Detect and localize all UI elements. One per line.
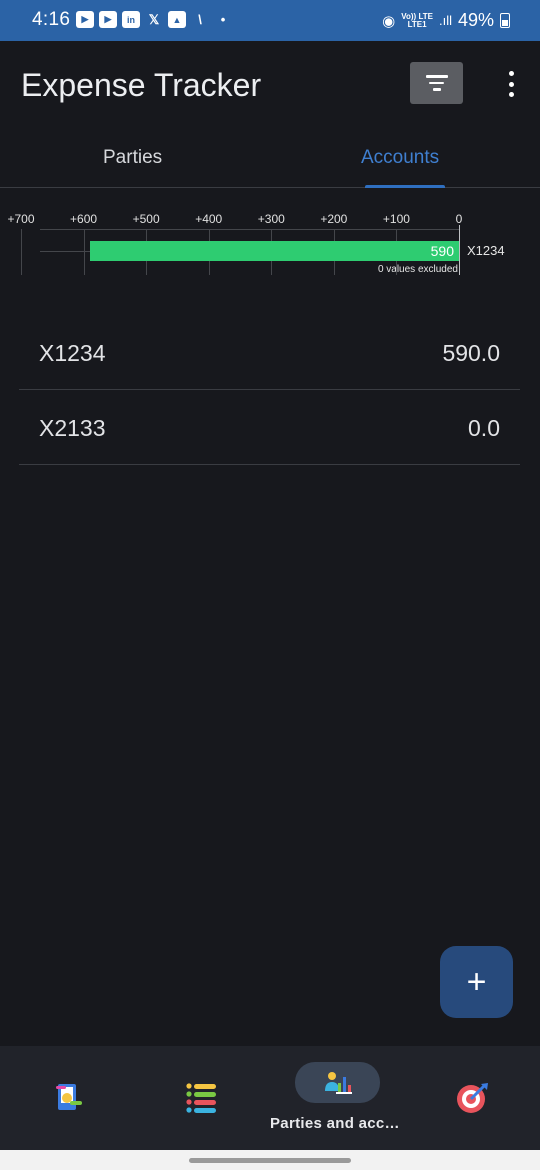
filter-button[interactable]	[410, 62, 463, 104]
page-title: Expense Tracker	[21, 67, 262, 103]
status-time: 4:16	[32, 9, 71, 30]
slash-icon: \	[198, 12, 202, 27]
battery-percent: 49%	[457, 10, 494, 30]
status-bar: 4:16 ▶ ▶ in 𝕏 ▲ \ • ◉ Vo)) LTE LTE1 .ıll…	[0, 0, 540, 41]
add-button[interactable]: +	[440, 946, 513, 1018]
youtube-icon: ▶	[99, 11, 117, 28]
nav-active-label: Parties and acc…	[270, 1115, 400, 1132]
chart-gridline	[21, 229, 22, 275]
hotspot-icon: ◉	[382, 12, 396, 30]
gesture-bar	[0, 1150, 540, 1170]
status-right: ◉ Vo)) LTE LTE1 .ıll 49%	[382, 10, 510, 31]
chart-gridline	[83, 229, 85, 275]
chart-category-label: X1234	[467, 243, 505, 258]
receipt-icon	[56, 1084, 82, 1110]
list-item[interactable]: X2133 0.0	[19, 390, 520, 465]
youtube-icon: ▶	[76, 11, 94, 28]
chart-tick-label: +200	[320, 212, 348, 226]
dot-icon: •	[220, 12, 226, 27]
bottom-navigation: Parties and acc…	[0, 1046, 540, 1150]
list-item[interactable]: X1234 590.0	[19, 315, 520, 390]
tab-parties[interactable]: Parties	[103, 147, 162, 169]
chart-tick-label: +500	[132, 212, 160, 226]
chart-tick-label: +600	[70, 212, 98, 226]
chart-tick-label: +400	[195, 212, 223, 226]
accounts-list: X1234 590.0 X2133 0.0	[19, 315, 520, 465]
active-tab-indicator	[365, 185, 445, 188]
account-name: X1234	[39, 340, 106, 366]
nav-item-receipts[interactable]	[40, 1046, 100, 1150]
notification-icons: ▶ ▶ in 𝕏 ▲ \ •	[76, 11, 232, 28]
nav-item-parties-accounts[interactable]	[295, 1062, 380, 1103]
tab-bar: Parties Accounts	[0, 129, 540, 188]
gallery-icon: ▲	[168, 11, 186, 28]
tab-accounts[interactable]: Accounts	[361, 147, 439, 169]
chart-tick-label: +100	[382, 212, 410, 226]
x-icon: 𝕏	[148, 11, 160, 27]
nav-item-goals[interactable]	[445, 1046, 505, 1150]
app-bar: Expense Tracker	[0, 41, 540, 129]
chart-tick-label: +300	[257, 212, 285, 226]
chart-value-label: 590	[430, 243, 454, 259]
chart-tick-label: 0	[455, 212, 463, 226]
account-name: X2133	[39, 415, 106, 441]
chart-zero-axis	[459, 225, 460, 275]
parties-accounts-icon	[324, 1071, 352, 1094]
nav-item-list[interactable]	[170, 1046, 230, 1150]
list-icon	[186, 1083, 216, 1113]
more-options-icon[interactable]	[506, 71, 516, 97]
network-label: Vo)) LTE LTE1	[401, 11, 433, 29]
account-amount: 0.0	[468, 415, 500, 441]
battery-icon	[500, 13, 510, 28]
home-handle[interactable]	[189, 1158, 351, 1163]
chart-tick-label: +700	[7, 212, 35, 226]
chart-note: 0 values excluded	[377, 264, 458, 275]
linkedin-icon: in	[122, 11, 140, 28]
target-icon	[457, 1083, 488, 1113]
signal-icon: .ıll	[438, 13, 452, 28]
filter-icon	[425, 75, 448, 78]
accounts-bar-chart: X1234 0 values excluded +700 +600 +500 +400…	[0, 195, 540, 290]
account-amount: 590.0	[442, 340, 500, 366]
